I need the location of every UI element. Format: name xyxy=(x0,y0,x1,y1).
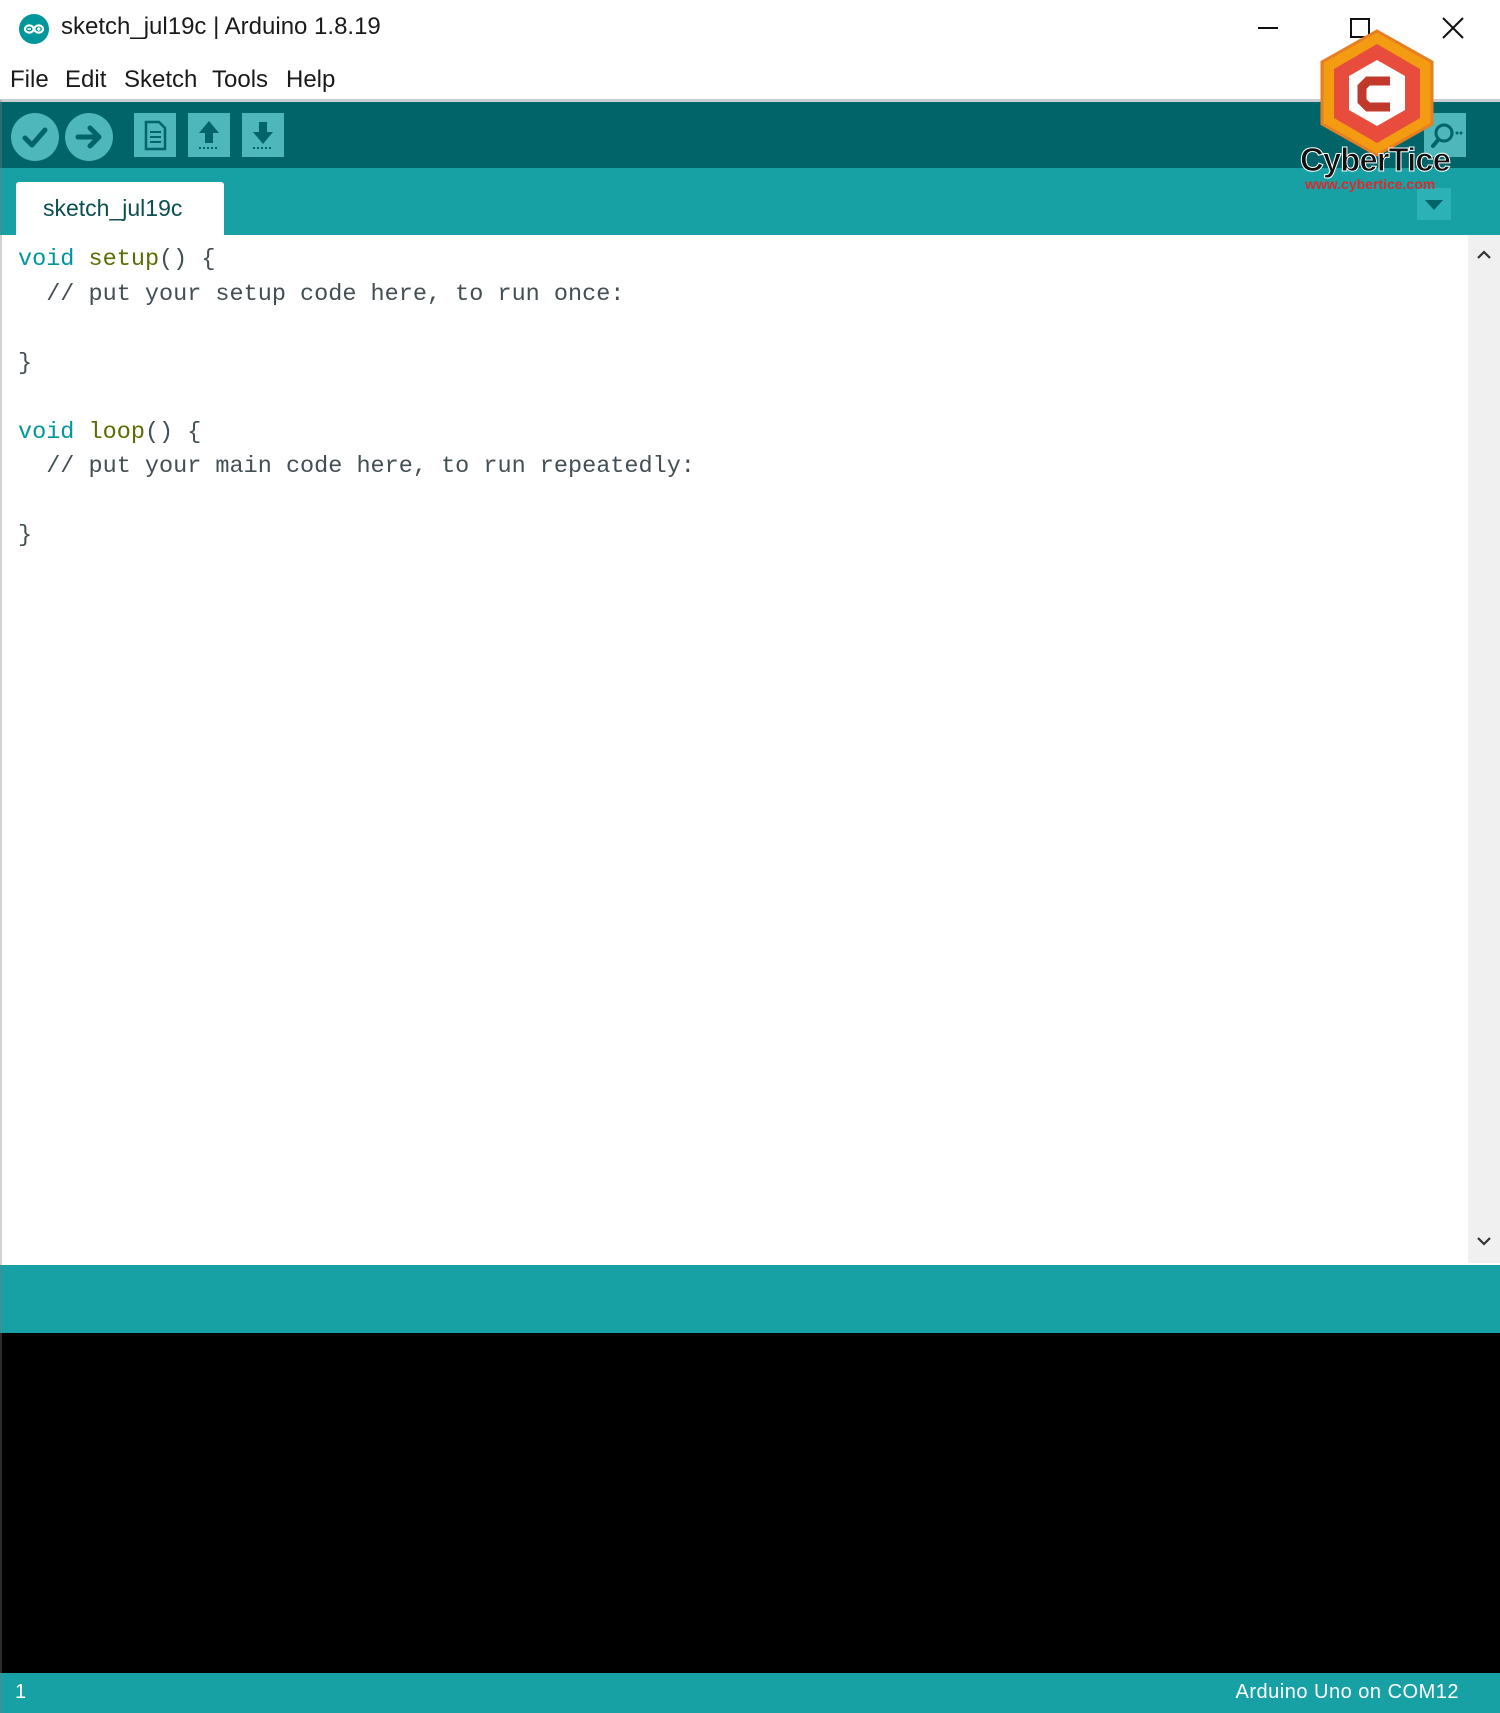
editor-scrollbar[interactable] xyxy=(1468,235,1500,1263)
menu-help[interactable]: Help xyxy=(286,66,335,94)
arduino-logo-icon xyxy=(19,14,49,44)
arduino-ide-window: sketch_jul19c | Arduino 1.8.19 File Edit… xyxy=(0,0,1500,1713)
watermark-url: www.cybertice.com xyxy=(1305,176,1436,192)
message-area xyxy=(0,1265,1500,1333)
status-line-number: 1 xyxy=(15,1681,27,1703)
watermark-brand: CyberTice xyxy=(1300,141,1452,179)
chevron-up-icon[interactable] xyxy=(1474,245,1494,265)
new-button[interactable] xyxy=(134,113,176,157)
toolbar xyxy=(0,102,1500,168)
code-line: } xyxy=(18,522,33,549)
code-line: // put your setup code here, to run once… xyxy=(18,280,625,308)
status-bar: 1 Arduino Uno on COM12 xyxy=(0,1673,1500,1713)
code-line: void loop() { xyxy=(18,418,202,446)
arrow-right-icon xyxy=(65,113,113,161)
window-title: sketch_jul19c | Arduino 1.8.19 xyxy=(61,13,381,40)
check-icon xyxy=(11,113,59,161)
menu-file[interactable]: File xyxy=(10,66,49,94)
tab-sketch[interactable]: sketch_jul19c xyxy=(16,182,224,235)
tab-label: sketch_jul19c xyxy=(43,195,183,221)
open-button[interactable] xyxy=(188,113,230,157)
arrow-down-icon xyxy=(242,113,284,157)
chevron-down-icon[interactable] xyxy=(1474,1231,1494,1251)
console-output[interactable] xyxy=(0,1333,1500,1673)
window-border xyxy=(0,100,2,1713)
menu-sketch[interactable]: Sketch xyxy=(124,66,197,94)
title-bar[interactable]: sketch_jul19c | Arduino 1.8.19 xyxy=(0,0,1500,58)
code-editor[interactable]: void setup() { // put your setup code he… xyxy=(2,235,1468,1263)
menu-edit[interactable]: Edit xyxy=(65,66,106,94)
menu-tools[interactable]: Tools xyxy=(212,66,268,94)
status-board-port: Arduino Uno on COM12 xyxy=(1235,1681,1459,1703)
upload-button[interactable] xyxy=(65,113,113,161)
menu-bar: File Edit Sketch Tools Help xyxy=(0,62,1500,100)
code-line: void setup() { xyxy=(18,246,216,273)
arrow-up-icon xyxy=(188,113,230,157)
code-text: void setup() { // put your setup code he… xyxy=(18,243,695,554)
save-button[interactable] xyxy=(242,113,284,157)
document-icon xyxy=(134,113,176,157)
code-line: } xyxy=(18,349,33,377)
code-line: // put your main code here, to run repea… xyxy=(18,453,695,480)
tab-bar: sketch_jul19c xyxy=(0,168,1500,235)
verify-button[interactable] xyxy=(11,113,59,161)
